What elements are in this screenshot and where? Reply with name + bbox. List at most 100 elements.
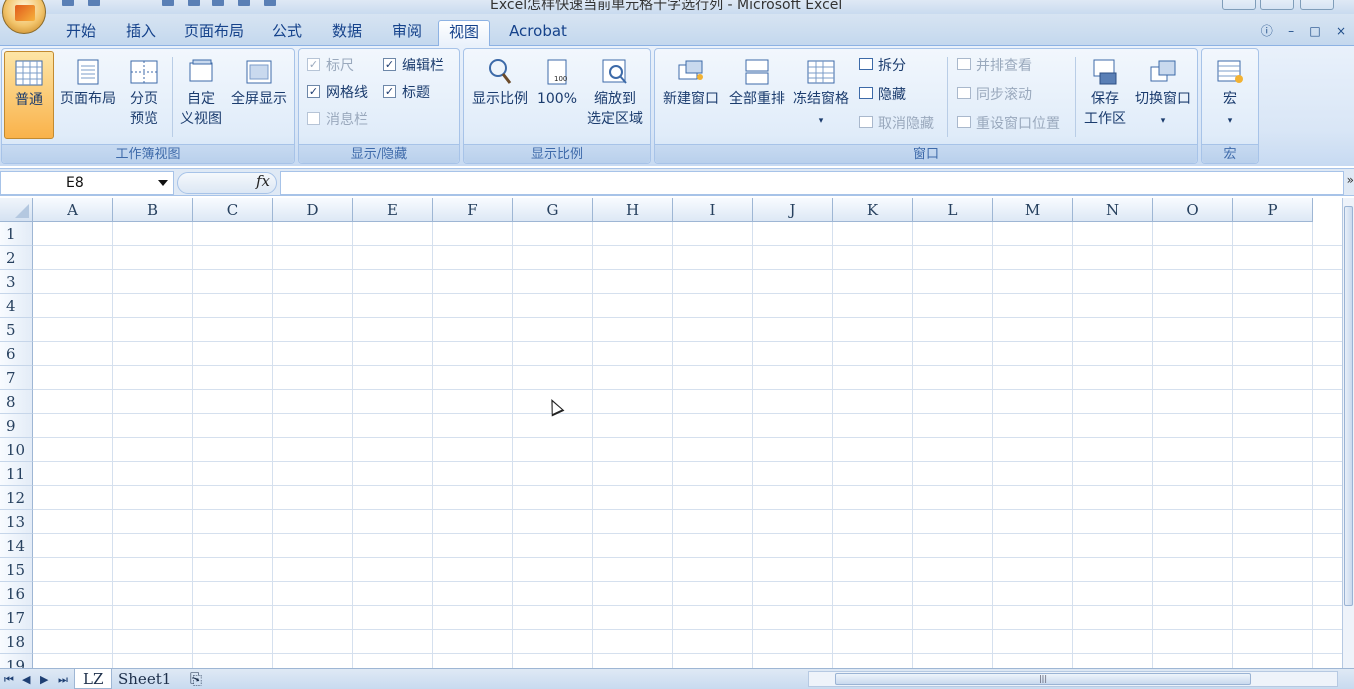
new-window-button[interactable]: 新建窗口	[659, 51, 723, 139]
column-header[interactable]: L	[913, 198, 993, 222]
insert-sheet-icon[interactable]: ⎘	[182, 669, 212, 689]
minimize-button[interactable]	[1222, 0, 1256, 10]
tab-formulas[interactable]: 公式	[262, 20, 312, 46]
print-preview-icon[interactable]	[162, 0, 174, 6]
sheet-tab-sheet1[interactable]: Sheet1	[110, 669, 179, 689]
zoom-100-button[interactable]: 100 100%	[534, 51, 580, 139]
tab-review[interactable]: 审阅	[382, 20, 432, 46]
sheet-tab-lz[interactable]: LZ	[74, 669, 113, 689]
formula-bar-checkbox[interactable]: ✓ 编辑栏	[383, 55, 444, 77]
switch-windows-button[interactable]: 切换窗口 ▾	[1131, 51, 1195, 139]
row-header[interactable]: 1	[0, 222, 33, 246]
tab-insert[interactable]: 插入	[116, 20, 166, 46]
gridlines-checkbox[interactable]: ✓ 网格线	[307, 82, 368, 104]
zoom-button[interactable]: 显示比例	[468, 51, 532, 139]
column-header[interactable]: G	[513, 198, 593, 222]
row-header[interactable]: 19	[0, 654, 33, 668]
split-button[interactable]: 拆分	[859, 55, 906, 77]
help-icon[interactable]: ⓘ	[1261, 24, 1273, 38]
column-header[interactable]: B	[113, 198, 193, 222]
save-workspace-button[interactable]: 保存 工作区	[1079, 51, 1131, 139]
normal-view-button[interactable]: 普通	[4, 51, 54, 139]
row-header[interactable]: 2	[0, 246, 33, 270]
worksheet-grid[interactable]: ABCDEFGHIJKLMNOP 1 2 3 4 5 6 7 8 9 10 11 12 13 14 15 16…	[0, 198, 1342, 668]
row-header[interactable]: 9	[0, 414, 33, 438]
headings-checkbox[interactable]: ✓ 标题	[383, 82, 430, 104]
view-side-by-side-button[interactable]: 并排查看	[957, 55, 1032, 77]
tab-acrobat[interactable]: Acrobat	[500, 20, 576, 46]
undo-icon[interactable]	[88, 0, 100, 6]
column-header[interactable]: P	[1233, 198, 1313, 222]
page-icon[interactable]	[188, 0, 200, 6]
tool-icon[interactable]	[238, 0, 250, 6]
horizontal-scroll-thumb[interactable]: |||	[835, 673, 1251, 685]
freeze-panes-button[interactable]: 冻结窗格 ▾	[789, 51, 853, 139]
row-header[interactable]: 14	[0, 534, 33, 558]
custom-views-button[interactable]: 自定 义视图	[176, 51, 226, 139]
row-header[interactable]: 12	[0, 486, 33, 510]
arrange-all-button[interactable]: 全部重排	[725, 51, 789, 139]
zoom-to-selection-button[interactable]: 缩放到 选定区域	[582, 51, 648, 139]
prev-sheet-icon[interactable]: ◀	[22, 673, 30, 686]
reset-window-position-button[interactable]: 重设窗口位置	[957, 113, 1060, 135]
column-header[interactable]: K	[833, 198, 913, 222]
ribbon-minimize-icon[interactable]: –	[1288, 24, 1294, 38]
close-button[interactable]	[1300, 0, 1334, 10]
name-box[interactable]: E8	[0, 171, 174, 195]
grid-icon[interactable]	[212, 0, 224, 6]
row-header[interactable]: 16	[0, 582, 33, 606]
save-icon[interactable]	[62, 0, 74, 6]
column-header[interactable]: O	[1153, 198, 1233, 222]
page-break-preview-button[interactable]: 分页 预览	[120, 51, 168, 139]
paste-icon[interactable]	[264, 0, 276, 6]
first-sheet-icon[interactable]: ⏮	[4, 673, 14, 687]
message-bar-checkbox[interactable]: 消息栏	[307, 109, 368, 131]
page-layout-view-button[interactable]: 页面布局	[56, 51, 120, 139]
column-header[interactable]: C	[193, 198, 273, 222]
row-header[interactable]: 7	[0, 366, 33, 390]
select-all-button[interactable]	[0, 198, 33, 222]
column-header[interactable]: E	[353, 198, 433, 222]
maximize-button[interactable]	[1260, 0, 1294, 10]
row-header[interactable]: 13	[0, 510, 33, 534]
row-header[interactable]: 8	[0, 390, 33, 414]
row-header[interactable]: 5	[0, 318, 33, 342]
vertical-scrollbar[interactable]	[1342, 198, 1354, 668]
unhide-button[interactable]: 取消隐藏	[859, 113, 934, 135]
column-header[interactable]: A	[33, 198, 113, 222]
last-sheet-icon[interactable]: ⏭	[58, 673, 68, 687]
hide-button[interactable]: 隐藏	[859, 84, 906, 106]
tab-view[interactable]: 视图	[438, 20, 490, 46]
column-header[interactable]: N	[1073, 198, 1153, 222]
column-header[interactable]: H	[593, 198, 673, 222]
column-header[interactable]: M	[993, 198, 1073, 222]
tab-home[interactable]: 开始	[56, 20, 106, 46]
row-header[interactable]: 3	[0, 270, 33, 294]
column-header[interactable]: D	[273, 198, 353, 222]
tab-page-layout[interactable]: 页面布局	[176, 20, 252, 46]
column-header[interactable]: I	[673, 198, 753, 222]
restore-icon[interactable]: □	[1309, 24, 1320, 38]
ruler-checkbox[interactable]: ✓ 标尺	[307, 55, 354, 77]
macros-button[interactable]: 宏 ▾	[1206, 51, 1254, 139]
row-header[interactable]: 18	[0, 630, 33, 654]
row-header[interactable]: 4	[0, 294, 33, 318]
expand-formula-bar-icon[interactable]: »	[1347, 173, 1354, 187]
tab-data[interactable]: 数据	[322, 20, 372, 46]
row-header[interactable]: 17	[0, 606, 33, 630]
cell-area[interactable]	[33, 222, 1342, 668]
synchronous-scrolling-button[interactable]: 同步滚动	[957, 84, 1032, 106]
vertical-scroll-thumb[interactable]	[1344, 206, 1353, 606]
row-header[interactable]: 10	[0, 438, 33, 462]
close-workbook-icon[interactable]: ×	[1336, 24, 1346, 38]
next-sheet-icon[interactable]: ▶	[40, 673, 48, 686]
row-header[interactable]: 11	[0, 462, 33, 486]
insert-function-icon[interactable]: fx	[256, 172, 270, 190]
column-header[interactable]: F	[433, 198, 513, 222]
formula-input[interactable]	[280, 171, 1344, 195]
chevron-down-icon[interactable]	[158, 180, 168, 186]
horizontal-scrollbar[interactable]: |||	[808, 671, 1338, 687]
row-header[interactable]: 6	[0, 342, 33, 366]
full-screen-button[interactable]: 全屏显示	[226, 51, 292, 139]
column-header[interactable]: J	[753, 198, 833, 222]
